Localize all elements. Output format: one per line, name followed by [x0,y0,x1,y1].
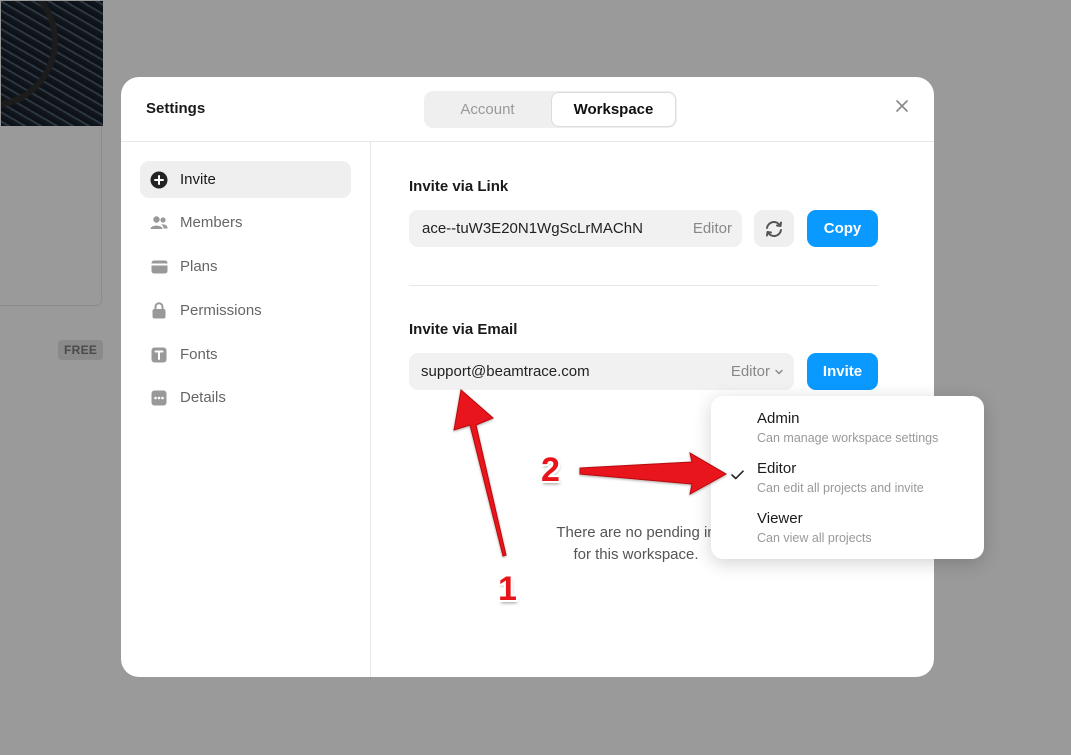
sidebar-item-label: Permissions [180,302,262,319]
tab-workspace[interactable]: Workspace [552,93,675,126]
sidebar-item-label: Fonts [180,346,218,363]
lock-icon [150,302,168,320]
sidebar-item-fonts[interactable]: Fonts [140,336,351,373]
check-icon [731,470,744,480]
invite-link-value[interactable]: ace--tuW3E20N1WgScLrMAChN [409,220,693,237]
role-option-description: Can edit all projects and invite [757,481,924,495]
role-option-viewer[interactable]: Viewer Can view all projects [711,496,984,546]
card-icon [150,258,168,276]
settings-modal: Settings Account Workspace Invite Member… [121,77,934,677]
empty-line-1: There are no pending in [556,524,716,541]
invite-button[interactable]: Invite [807,353,878,390]
role-dropdown-menu: Admin Can manage workspace settings Edit… [711,396,984,559]
section-divider [409,285,878,286]
close-button[interactable] [894,98,910,114]
sidebar-item-details[interactable]: Details [140,379,351,416]
pending-invites-empty: There are no pending in for this workspa… [541,522,731,566]
settings-sidebar: Invite Members Plans Permissions Fonts D… [121,142,371,677]
plus-circle-icon [150,171,168,189]
email-role-select[interactable]: Editor [731,363,794,380]
empty-line-2: for this workspace. [573,546,699,563]
tab-account[interactable]: Account [426,93,549,126]
modal-title: Settings [146,100,206,117]
invite-email-field[interactable]: support@beamtrace.com Editor [409,353,794,390]
sidebar-item-label: Invite [180,171,216,188]
invite-link-field[interactable]: ace--tuW3E20N1WgScLrMAChN Editor [409,210,742,247]
regenerate-link-button[interactable] [754,210,794,247]
role-option-label: Viewer [757,510,803,527]
sidebar-item-label: Details [180,389,226,406]
refresh-icon [766,220,782,237]
annotation-marker-2: 2 [541,451,560,489]
font-icon [150,346,168,364]
chevron-down-icon [775,369,783,374]
role-option-admin[interactable]: Admin Can manage workspace settings [711,396,984,446]
tab-switcher: Account Workspace [424,91,677,128]
sidebar-item-members[interactable]: Members [140,204,351,241]
sidebar-item-permissions[interactable]: Permissions [140,292,351,329]
role-option-description: Can manage workspace settings [757,431,939,445]
role-option-description: Can view all projects [757,531,872,545]
role-option-editor[interactable]: Editor Can edit all projects and invite [711,446,984,496]
close-icon [896,100,908,112]
role-option-label: Editor [757,460,797,477]
plan-badge: FREE [58,340,104,360]
copy-link-button[interactable]: Copy [807,210,878,247]
role-option-label: Admin [757,410,800,427]
sidebar-item-plans[interactable]: Plans [140,248,351,285]
background-image [1,1,103,126]
email-input[interactable]: support@beamtrace.com [409,363,731,380]
users-icon [150,214,168,232]
sidebar-item-invite[interactable]: Invite [140,161,351,198]
more-icon [150,389,168,407]
link-role-select[interactable]: Editor [693,220,742,237]
email-role-value: Editor [730,363,770,380]
invite-email-title: Invite via Email [409,321,518,338]
sidebar-item-label: Plans [180,258,218,275]
modal-header: Settings Account Workspace [121,77,934,142]
background-card [0,0,103,306]
annotation-marker-1: 1 [498,570,517,608]
sidebar-item-label: Members [180,214,243,231]
invite-link-title: Invite via Link [409,178,509,195]
